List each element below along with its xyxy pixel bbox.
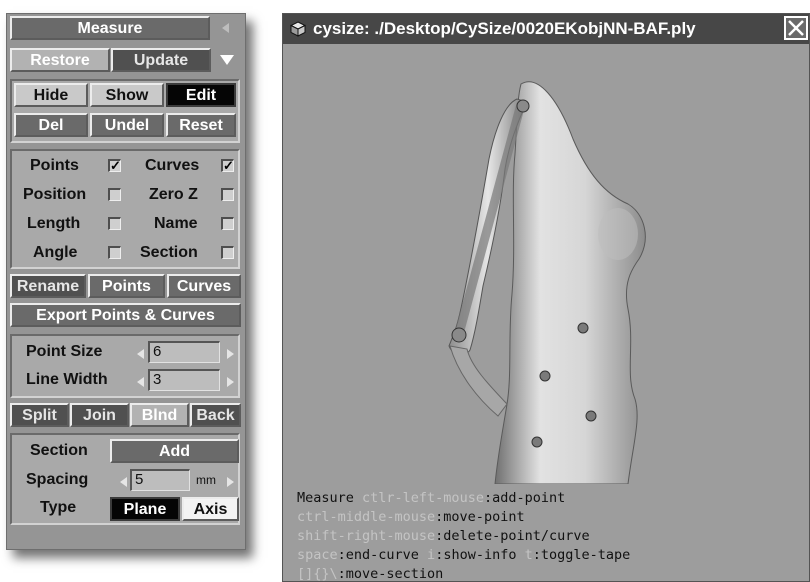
decrement-icon[interactable] — [120, 477, 127, 487]
plane-button[interactable]: Plane — [110, 497, 180, 521]
line-width-field[interactable]: 3 — [148, 369, 220, 391]
point-size-field[interactable]: 6 — [148, 341, 220, 363]
length-label: Length — [27, 215, 81, 232]
size-group: Point Size 6 Line Width 3 — [10, 334, 240, 398]
spacing-unit: mm — [196, 473, 216, 487]
close-icon — [788, 20, 804, 36]
menu-down-icon[interactable] — [220, 55, 234, 65]
hide-button[interactable]: Hide — [14, 83, 88, 107]
display-options-group: Points ✓ Curves ✓ Position Zero Z Length… — [10, 149, 240, 269]
3d-viewport[interactable]: Measure ctlr-left-mouse:add-point ctrl-m… — [283, 44, 809, 581]
reset-button[interactable]: Reset — [166, 113, 236, 137]
length-checkbox[interactable] — [108, 217, 121, 230]
angle-checkbox[interactable] — [108, 246, 121, 259]
decrement-icon[interactable] — [137, 349, 144, 359]
name-checkbox[interactable] — [221, 217, 234, 230]
title-bar[interactable]: cysize: ./Desktop/CySize/0020EKobjNN-BAF… — [283, 14, 809, 44]
section-group: Section Add Spacing 5 mm Type Plane Axis — [10, 433, 240, 525]
add-section-button[interactable]: Add — [110, 439, 239, 463]
zero-z-checkbox[interactable] — [221, 188, 234, 201]
del-button[interactable]: Del — [14, 113, 88, 137]
body-scan-model — [448, 81, 646, 484]
increment-icon[interactable] — [227, 377, 234, 387]
rename-curves-button[interactable]: Curves — [167, 274, 241, 298]
section-toggle-label: Section — [140, 244, 198, 261]
help-line: ctrl-middle-mouse:move-point — [297, 509, 525, 525]
spacing-label: Spacing — [26, 471, 89, 488]
help-line: Measure ctlr-left-mouse:add-point — [297, 490, 566, 506]
position-label: Position — [23, 186, 87, 203]
measure-title: Measure — [10, 16, 210, 40]
point-size-label: Point Size — [26, 343, 103, 360]
increment-icon[interactable] — [227, 477, 234, 487]
cube-icon — [290, 21, 306, 37]
back-button[interactable]: Back — [190, 403, 241, 427]
measure-panel: Measure Restore Update Hide Show Edit De… — [6, 13, 246, 550]
window-title: cysize: ./Desktop/CySize/0020EKobjNN-BAF… — [313, 19, 696, 38]
section-checkbox[interactable] — [221, 246, 234, 259]
axis-button[interactable]: Axis — [182, 497, 239, 521]
join-button[interactable]: Join — [70, 403, 129, 427]
points-checkbox[interactable]: ✓ — [108, 159, 121, 172]
split-button[interactable]: Split — [10, 403, 69, 427]
line-width-label: Line Width — [26, 371, 108, 388]
blnd-button[interactable]: Blnd — [130, 403, 189, 427]
help-line: []{}\:move-section — [297, 566, 444, 581]
rename-label: Rename — [10, 274, 86, 298]
viewer-window: cysize: ./Desktop/CySize/0020EKobjNN-BAF… — [282, 13, 810, 582]
rename-points-button[interactable]: Points — [88, 274, 165, 298]
zero-z-label: Zero Z — [149, 186, 198, 203]
points-label: Points — [30, 157, 79, 174]
curves-label: Curves — [145, 157, 200, 174]
collapse-left-icon[interactable] — [222, 23, 229, 33]
help-line: space:end-curve i:show-info t:toggle-tap… — [297, 547, 631, 563]
undel-button[interactable]: Undel — [90, 113, 164, 137]
visibility-group: Hide Show Edit Del Undel Reset — [10, 79, 240, 143]
spacing-field[interactable]: 5 — [130, 469, 190, 491]
restore-button[interactable]: Restore — [10, 48, 110, 72]
angle-label: Angle — [33, 244, 78, 261]
name-label: Name — [154, 215, 198, 232]
help-line: shift-right-mouse:delete-point/curve — [297, 528, 590, 544]
edit-button[interactable]: Edit — [166, 83, 236, 107]
position-checkbox[interactable] — [108, 188, 121, 201]
close-button[interactable] — [784, 16, 808, 40]
section-label: Section — [30, 442, 88, 459]
type-label: Type — [40, 499, 77, 516]
show-button[interactable]: Show — [90, 83, 164, 107]
curves-checkbox[interactable]: ✓ — [221, 159, 234, 172]
update-button[interactable]: Update — [111, 48, 211, 72]
increment-icon[interactable] — [227, 349, 234, 359]
export-points-curves-button[interactable]: Export Points & Curves — [10, 303, 241, 327]
help-text: Measure ctlr-left-mouse:add-point ctrl-m… — [297, 489, 630, 581]
decrement-icon[interactable] — [137, 377, 144, 387]
